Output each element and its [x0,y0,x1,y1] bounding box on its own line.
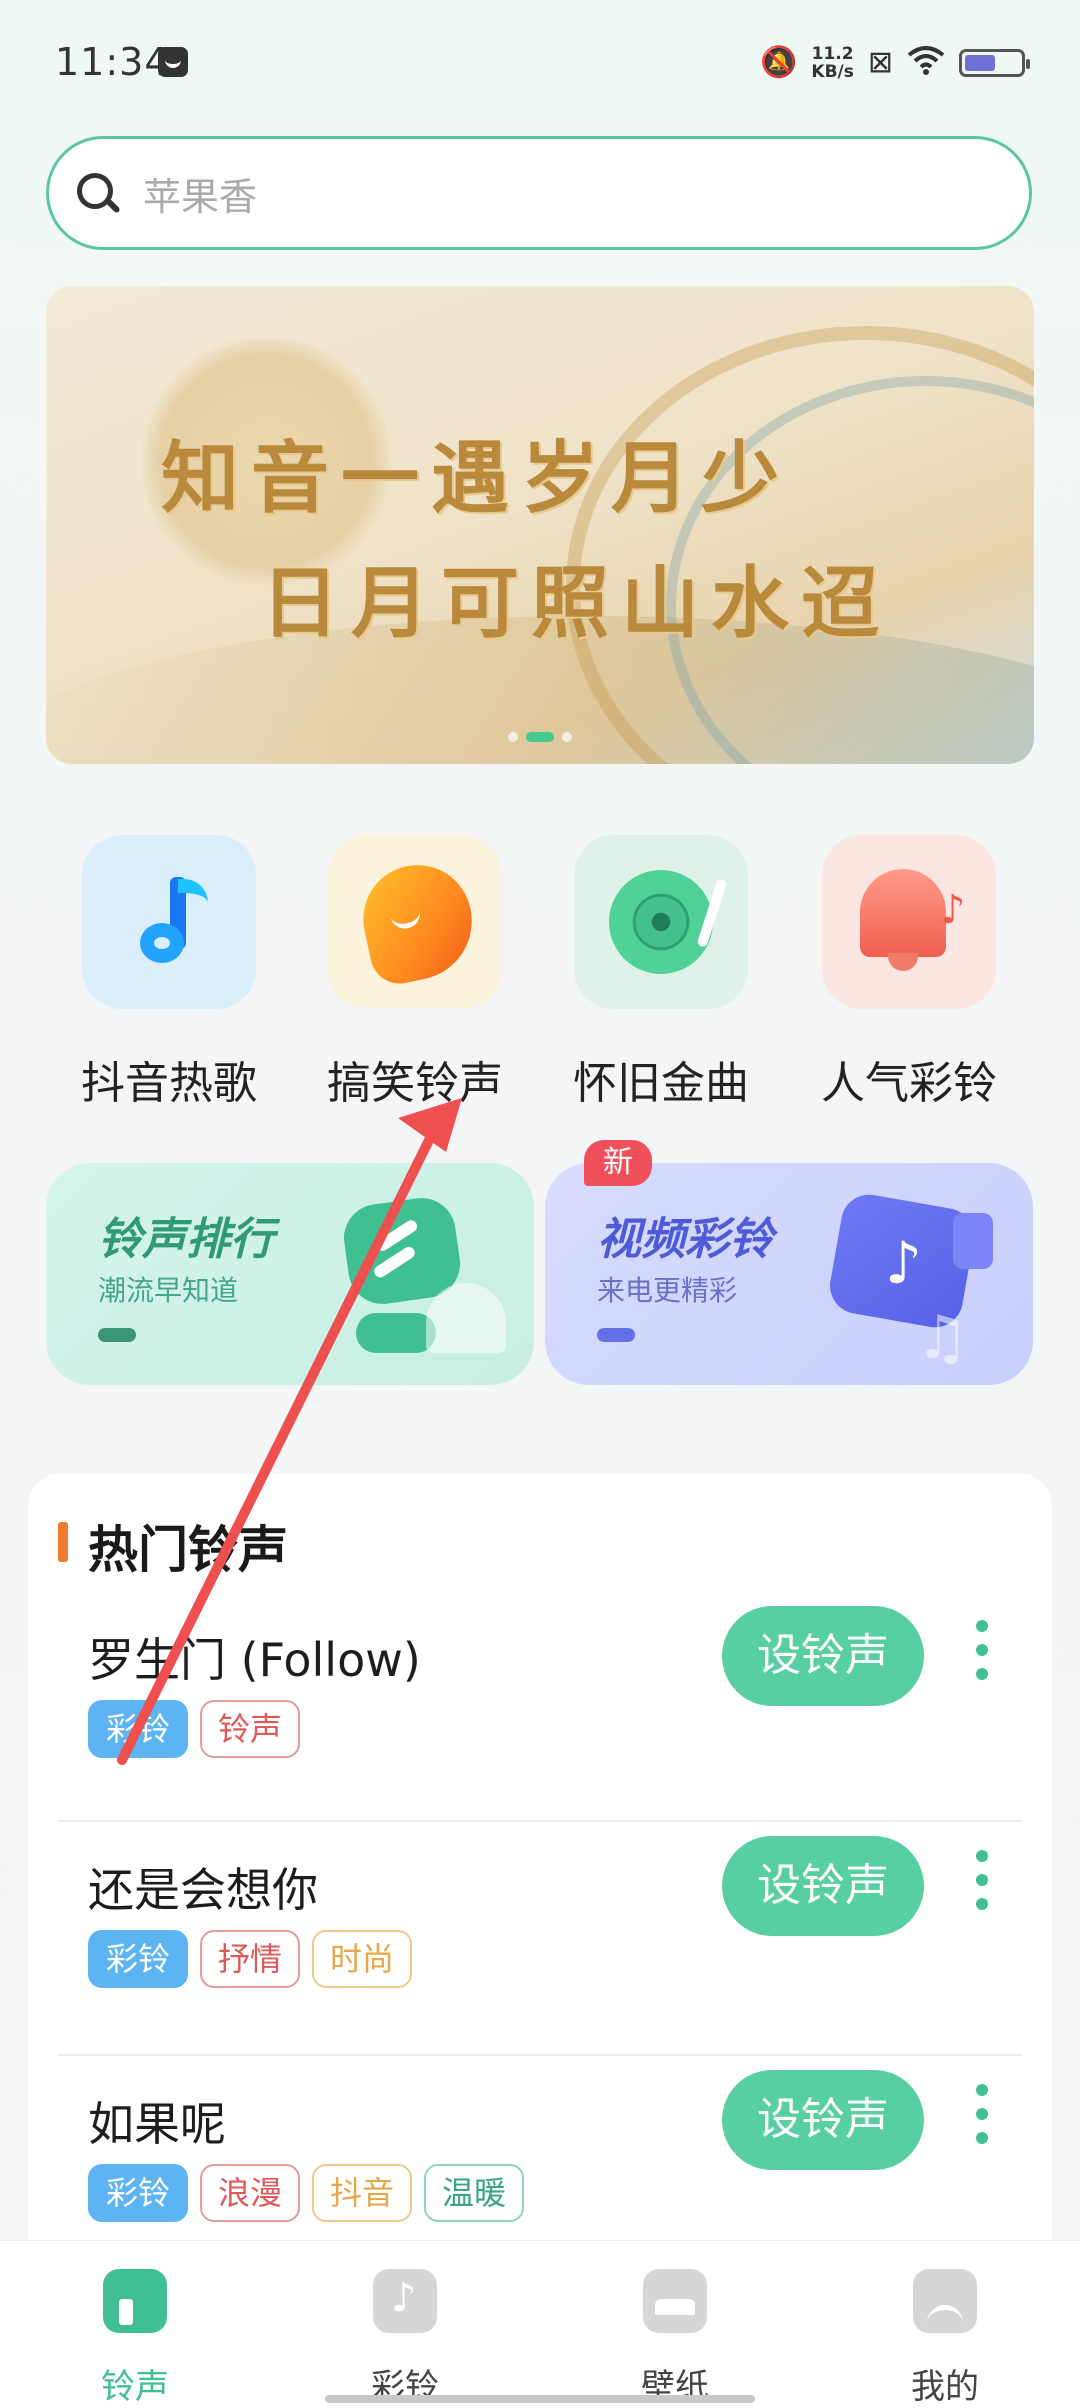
divider [58,1820,1022,1822]
home-icon [103,2269,167,2333]
song-name: 还是会想你 [88,1863,318,1917]
song-name: 罗生门 (Follow) [88,1633,421,1687]
status-bar: 11:34 🔕 11.2 KB/s ⊠ [0,0,1080,125]
music-note-icon [373,2269,437,2333]
net-speed: 11.2 KB/s [811,45,853,81]
tab-label: 铃声 [101,2367,169,2407]
tab-wallpaper[interactable]: 壁纸 [585,2269,765,2408]
tag[interactable]: 浪漫 [200,2164,301,2222]
category-tiktok-hits[interactable]: 抖音热歌 [46,835,292,1111]
tag[interactable]: 彩铃 [88,2164,189,2222]
banner-text-line-1: 知音一遇岁月少 [161,433,792,524]
ranking-title: 铃声排行 [98,1214,274,1265]
tag[interactable]: 彩铃 [88,1700,189,1758]
music-note-icon: ♫ [915,1303,969,1373]
search-icon [73,169,121,217]
tab-label: 我的 [911,2367,979,2407]
tab-ringtones[interactable]: 铃声 [45,2269,225,2408]
set-ringtone-button[interactable]: 设铃声 [722,1836,924,1936]
image-icon [643,2269,707,2333]
music-note-icon: ♪ [885,1229,923,1297]
video-title: 视频彩铃 [597,1214,773,1265]
ranking-card[interactable]: 铃声排行 潮流早知道 [46,1163,534,1385]
net-speed-value: 11.2 [811,44,854,64]
tag-list: 彩铃 铃声 [88,1700,301,1758]
tiktok-note-icon [82,835,256,1009]
category-popular-ringback[interactable]: ♪ 人气彩铃 [786,835,1032,1111]
bell-icon: ♪ [822,835,996,1009]
list-item[interactable]: 还是会想你 彩铃 抒情 时尚 设铃声 [58,1836,1022,2088]
ranking-indicator [98,1328,136,1342]
tag[interactable]: 抖音 [312,2164,413,2222]
home-indicator[interactable] [325,2395,755,2403]
clock: 11:34 [55,40,170,84]
status-icons: 🔕 11.2 KB/s ⊠ [760,40,1030,86]
search-placeholder: 苹果香 [143,174,258,219]
tag-list: 彩铃 浪漫 抖音 温暖 [88,2164,525,2222]
ranking-subtitle: 潮流早知道 [98,1274,239,1307]
tag[interactable]: 时尚 [312,1930,413,1988]
video-subtitle: 来电更精彩 [597,1274,738,1307]
search-bar[interactable]: 苹果香 [46,136,1032,250]
category-grid: 抖音热歌 搞笑铃声 怀旧金曲 ♪ 人气彩铃 [46,835,1034,1115]
category-label: 人气彩铃 [821,1058,997,1109]
profile-icon [913,2269,977,2333]
tab-profile[interactable]: 我的 [855,2269,1035,2408]
carousel-indicator [46,732,1034,742]
net-speed-unit: KB/s [811,62,854,82]
tag-list: 彩铃 抒情 时尚 [88,1930,413,1988]
banner-text-line-2: 日月可照山水迢 [261,558,892,649]
carousel-dot [562,732,572,742]
mascot-base-icon [356,1313,436,1353]
bottom-tab-bar: 铃声 彩铃 壁纸 我的 [0,2240,1080,2408]
category-label: 抖音热歌 [81,1058,257,1109]
banner-carousel[interactable]: 知音一遇岁月少 日月可照山水迢 [46,286,1034,764]
video-indicator [597,1328,635,1342]
section-title: 热门铃声 [88,1521,288,1579]
set-ringtone-button[interactable]: 设铃声 [722,2070,924,2170]
tag[interactable]: 抒情 [200,1930,301,1988]
more-options-icon[interactable] [972,2078,992,2158]
category-oldies[interactable]: 怀旧金曲 [538,835,784,1111]
video-camera-lens-icon [953,1213,993,1269]
more-options-icon[interactable] [972,1844,992,1924]
message-icon [158,47,188,77]
battery-icon [959,49,1030,77]
tab-ringback[interactable]: 彩铃 [315,2269,495,2408]
wifi-icon [907,45,945,81]
divider [58,2054,1022,2056]
tag[interactable]: 彩铃 [88,1930,189,1988]
set-ringtone-button[interactable]: 设铃声 [722,1606,924,1706]
category-label: 搞笑铃声 [327,1058,503,1109]
mute-icon: 🔕 [760,45,798,80]
video-ringback-card[interactable]: 视频彩铃 来电更精彩 ♪ ♫ [545,1163,1033,1385]
category-label: 怀旧金曲 [573,1058,749,1109]
bell-icon [426,1283,506,1353]
section-accent [58,1522,68,1562]
more-options-icon[interactable] [972,1614,992,1694]
song-name: 如果呢 [88,2097,226,2151]
carousel-dot [508,732,518,742]
category-funny-ringtones[interactable]: 搞笑铃声 [292,835,538,1111]
funny-phone-icon [328,835,502,1009]
data-saver-icon: ⊠ [867,45,893,80]
vinyl-disc-icon [574,835,748,1009]
new-badge: 新 [584,1140,652,1186]
list-item[interactable]: 罗生门 (Follow) 彩铃 铃声 设铃声 [58,1606,1022,1858]
tag[interactable]: 铃声 [200,1700,301,1758]
tag[interactable]: 温暖 [424,2164,525,2222]
carousel-dot-active [526,732,554,742]
